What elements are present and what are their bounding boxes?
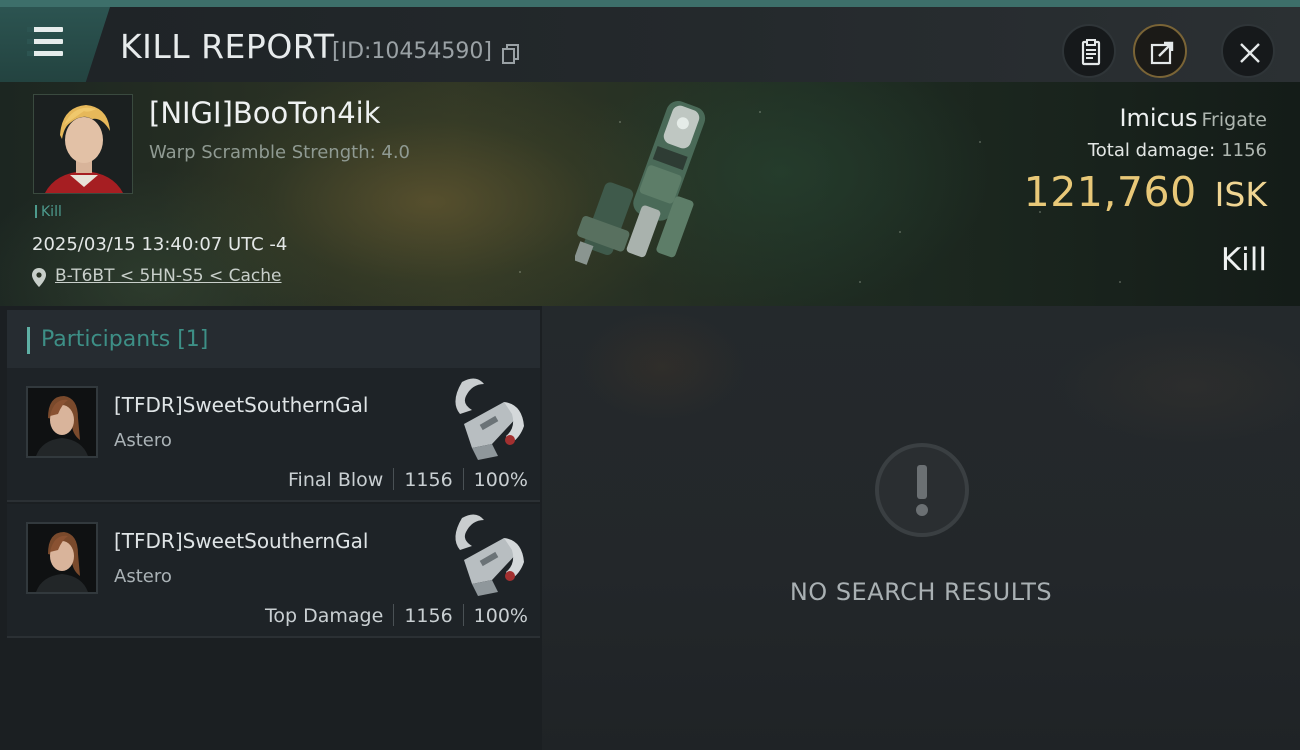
participant-name[interactable]: [TFDR]SweetSouthernGal	[114, 393, 368, 417]
participant-row[interactable]: [TFDR]SweetSouthernGal Astero Final Blow…	[7, 368, 540, 502]
participants-header: Participants [1]	[7, 310, 540, 368]
alert-icon	[875, 443, 969, 537]
participant-row[interactable]: [TFDR]SweetSouthernGal Astero Top Damage…	[7, 504, 540, 638]
clipboard-icon	[1081, 39, 1101, 66]
menu-button[interactable]	[0, 7, 110, 82]
total-damage: Total damage: 1156	[1088, 140, 1267, 161]
participant-ship: Astero	[114, 430, 172, 451]
report-button[interactable]	[1062, 24, 1116, 78]
ship-name[interactable]: Imicus	[1119, 104, 1197, 132]
victim-portrait[interactable]	[33, 94, 133, 194]
victim-subtitle: Warp Scramble Strength: 4.0	[149, 142, 411, 163]
header-bar: KILL REPORT [ID:10454590]	[0, 0, 1300, 82]
participant-role: Top Damage	[265, 605, 384, 627]
participant-portrait[interactable]	[26, 522, 98, 594]
copy-icon[interactable]	[502, 44, 520, 64]
kill-tag: Kill	[35, 204, 62, 220]
participants-title: Participants [1]	[41, 327, 209, 352]
participant-ship-image[interactable]	[432, 374, 532, 464]
participant-name[interactable]: [TFDR]SweetSouthernGal	[114, 529, 368, 553]
page-title: KILL REPORT	[120, 27, 335, 66]
kill-type: Kill	[1220, 242, 1267, 278]
total-damage-value: 1156	[1221, 140, 1267, 161]
participant-stats: Top Damage 1156 100%	[265, 604, 528, 627]
close-button[interactable]	[1221, 24, 1275, 78]
participants-panel: Participants [1] [TFDR]SweetSouthernGal …	[0, 306, 542, 750]
participant-portrait[interactable]	[26, 386, 98, 458]
report-id: [ID:10454590]	[332, 39, 492, 64]
participant-ship: Astero	[114, 566, 172, 587]
share-button[interactable]	[1133, 24, 1187, 78]
isk-value: 121,760	[1023, 168, 1197, 216]
menu-icon	[27, 27, 63, 57]
participant-ship-image[interactable]	[432, 510, 532, 600]
victim-ship: Imicus Frigate	[1119, 104, 1267, 132]
total-damage-label: Total damage:	[1087, 140, 1216, 161]
no-results-text: NO SEARCH RESULTS	[789, 578, 1053, 606]
victim-name[interactable]: [NIGI]BooTon4ik	[149, 96, 381, 130]
participant-percent: 100%	[473, 605, 528, 627]
location-pin-icon	[32, 268, 46, 287]
participant-stats: Final Blow 1156 100%	[288, 468, 528, 491]
isk-unit: ISK	[1214, 175, 1267, 214]
victim-ship-image[interactable]	[573, 88, 735, 300]
location-link[interactable]: B-T6BT < 5HN-S5 < Cache	[55, 266, 282, 286]
kill-timestamp: 2025/03/15 13:40:07 UTC -4	[32, 234, 288, 255]
results-panel: NO SEARCH RESULTS	[542, 306, 1300, 750]
kill-banner: [NIGI]BooTon4ik Warp Scramble Strength: …	[0, 82, 1300, 306]
ship-class: Frigate	[1201, 109, 1267, 131]
participant-role: Final Blow	[288, 469, 384, 491]
participant-damage: 1156	[404, 605, 453, 627]
close-icon	[1240, 43, 1260, 63]
participant-percent: 100%	[473, 469, 528, 491]
share-icon	[1150, 41, 1174, 65]
isk-value-line: 121,760 ISK	[1024, 168, 1267, 216]
participant-damage: 1156	[404, 469, 453, 491]
